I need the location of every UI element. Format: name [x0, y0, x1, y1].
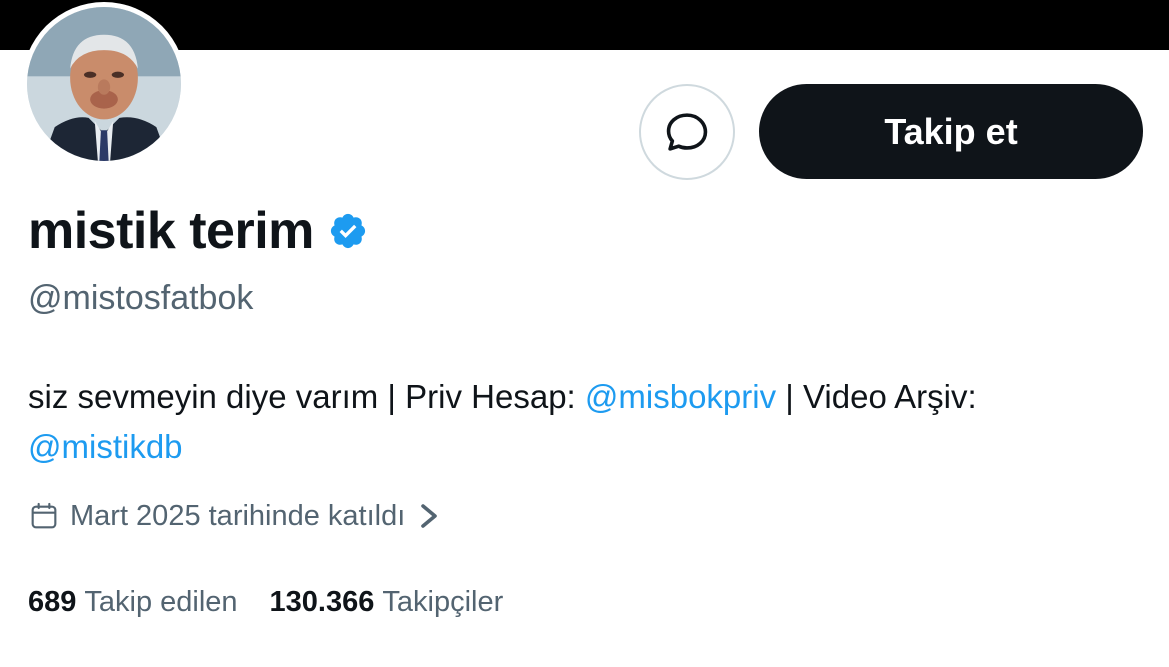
- profile-page: Takip et mistik terim @mistosfatbok siz …: [0, 0, 1169, 667]
- message-bubble-icon: [666, 113, 708, 151]
- following-count: 689: [28, 585, 77, 618]
- profile-bio: siz sevmeyin diye varım | Priv Hesap: @m…: [28, 372, 1148, 472]
- bio-text: | Video Arşiv:: [776, 378, 977, 415]
- profile-banner[interactable]: [0, 0, 1169, 50]
- name-row: mistik terim: [28, 196, 368, 266]
- followers-count: 130.366: [269, 585, 375, 618]
- follow-button[interactable]: Takip et: [759, 84, 1143, 179]
- join-date-row[interactable]: Mart 2025 tarihinde katıldı: [28, 494, 441, 538]
- followers-label: Takipçiler: [382, 585, 504, 618]
- verified-badge-icon[interactable]: [328, 211, 368, 251]
- calendar-icon: [28, 500, 60, 532]
- follow-stats: 689 Takip edilen 130.366 Takipçiler: [28, 580, 535, 624]
- chevron-right-icon: [417, 502, 441, 530]
- display-name: mistik terim: [28, 202, 314, 260]
- avatar[interactable]: [22, 2, 186, 166]
- following-label: Takip edilen: [84, 585, 238, 618]
- bio-mention-link[interactable]: @mistikdb: [28, 428, 183, 465]
- bio-text: siz sevmeyin diye varım | Priv Hesap:: [28, 378, 585, 415]
- profile-handle: @mistosfatbok: [28, 279, 254, 317]
- following-stat[interactable]: 689 Takip edilen: [28, 586, 238, 619]
- bio-mention-link[interactable]: @misbokpriv: [585, 378, 776, 415]
- followers-stat[interactable]: 130.366 Takipçiler: [270, 586, 504, 619]
- avatar-image: [27, 7, 181, 161]
- profile-photo: [27, 7, 181, 161]
- message-button[interactable]: [639, 84, 735, 180]
- join-date-text: Mart 2025 tarihinde katıldı: [70, 499, 406, 532]
